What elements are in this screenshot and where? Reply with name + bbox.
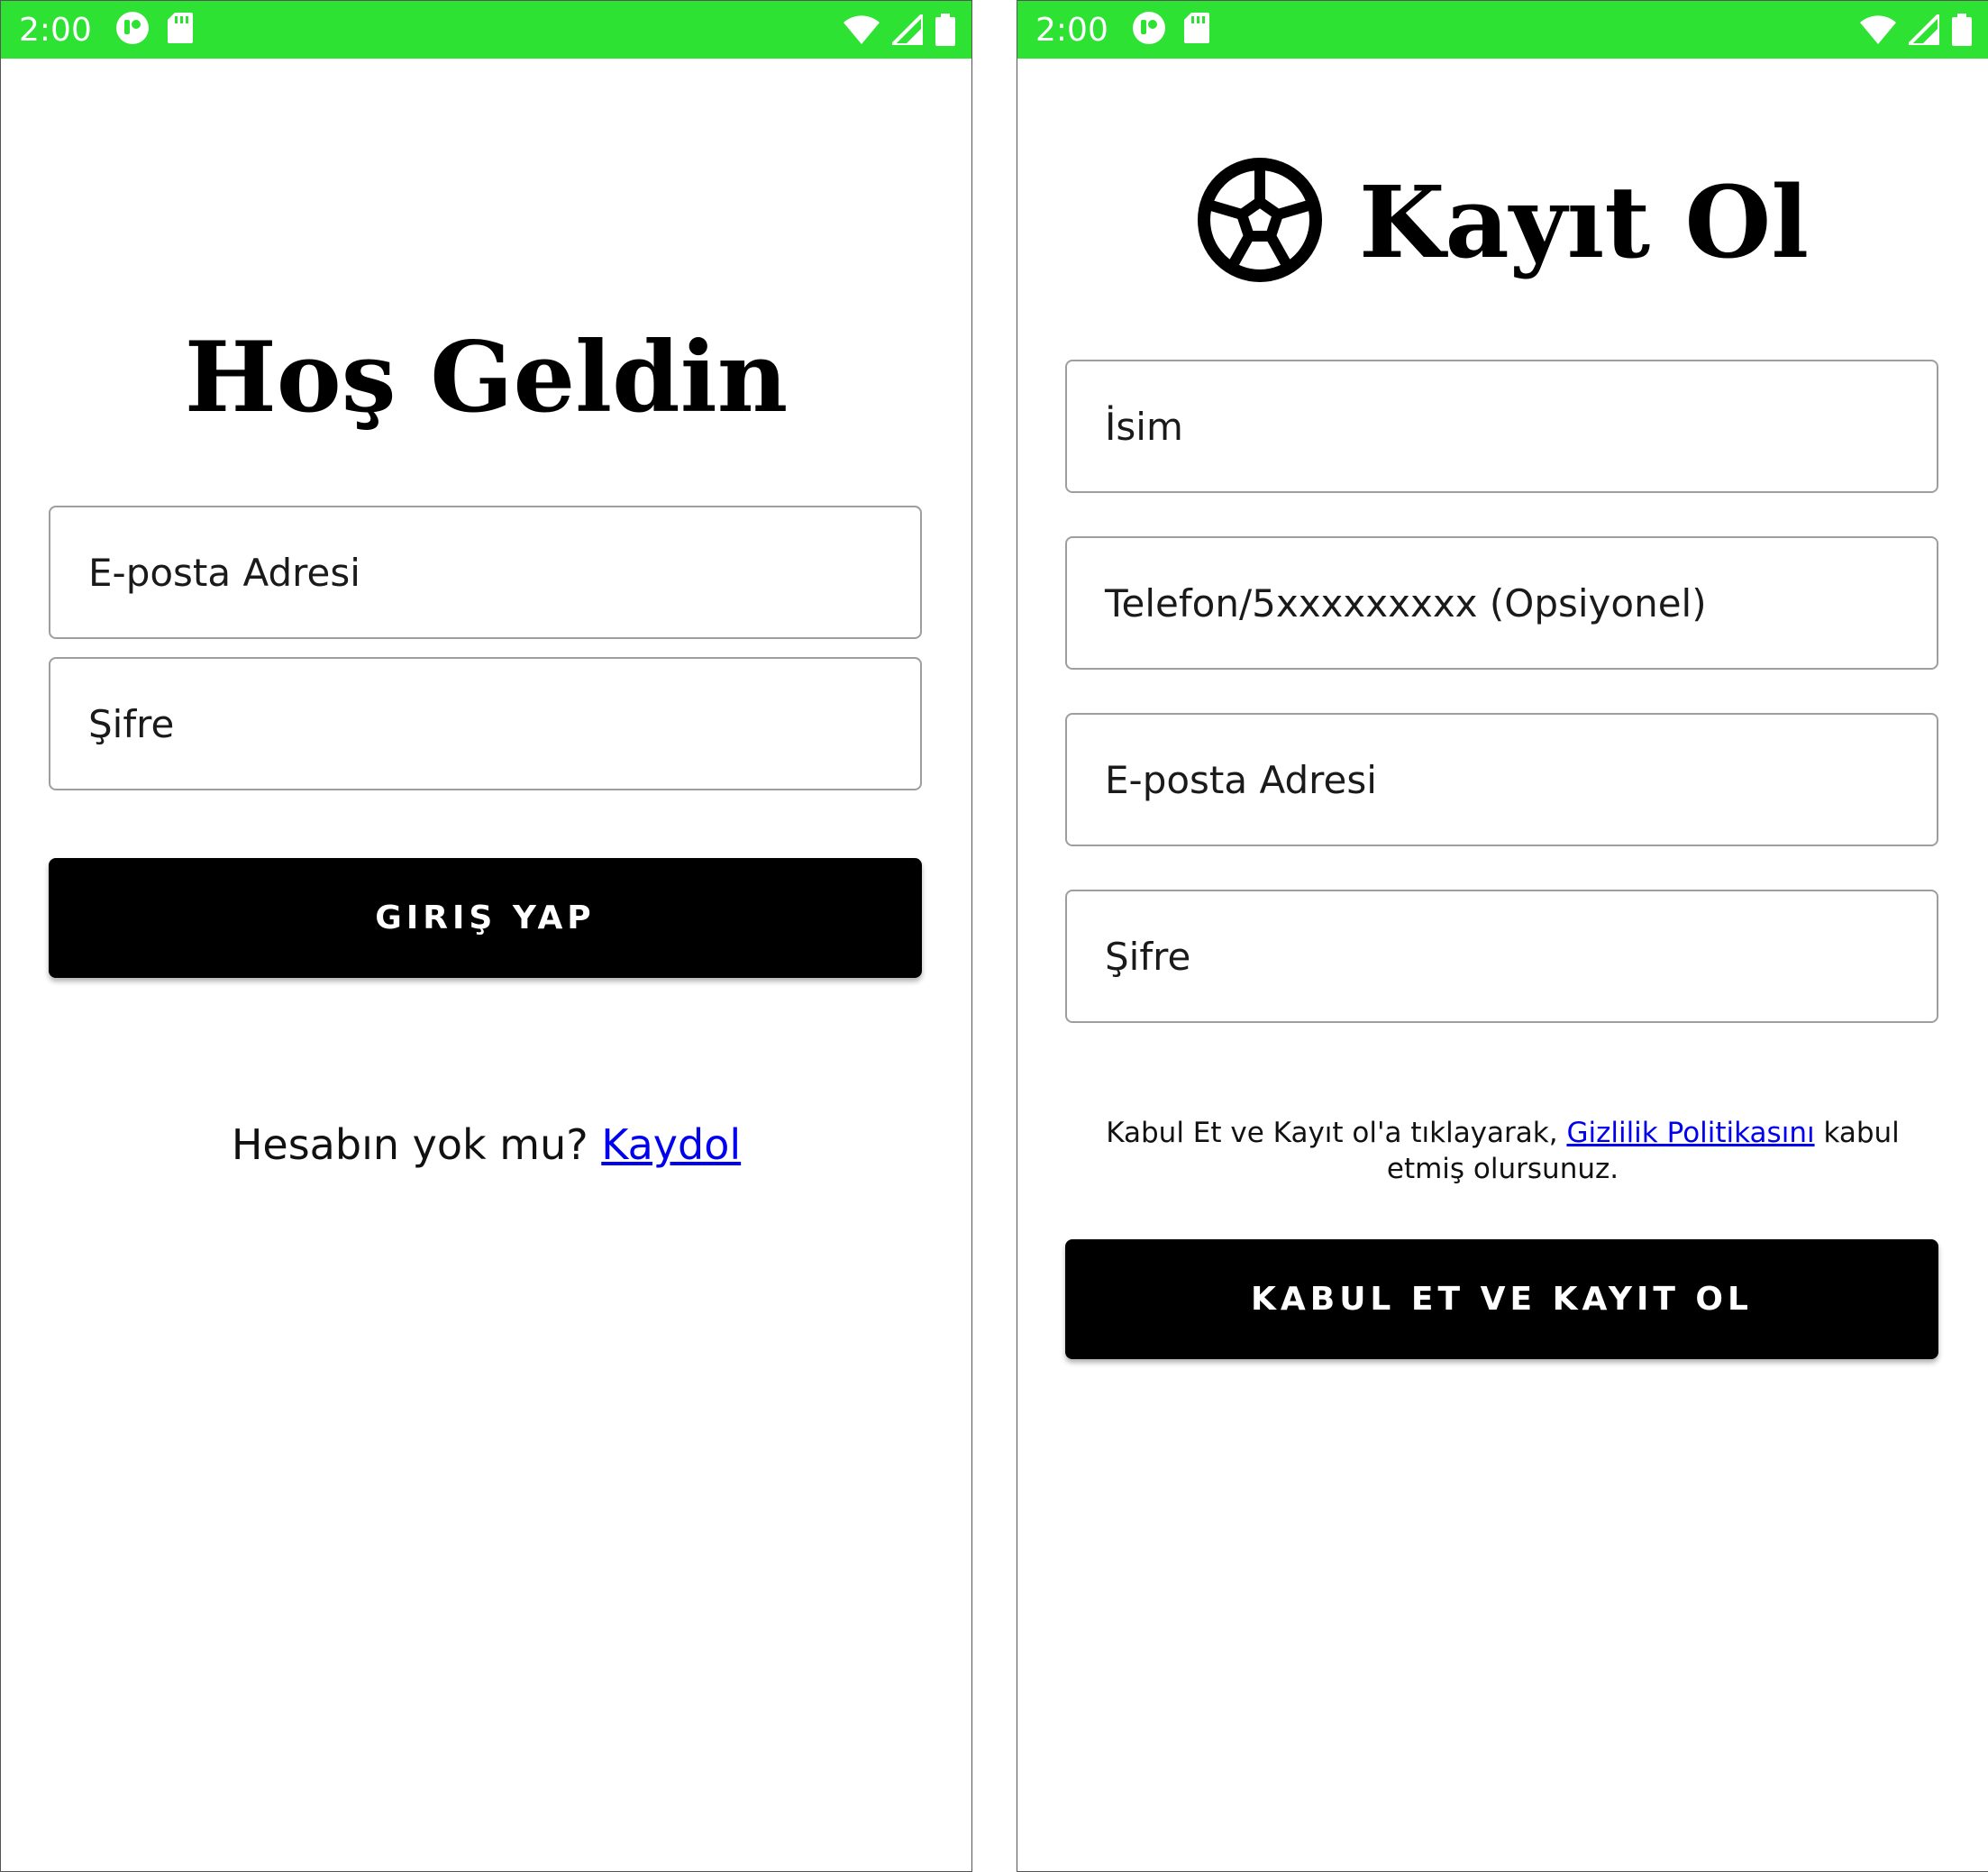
privacy-policy-link[interactable]: Gizlilik Politikasını [1566,1117,1814,1149]
status-bar: 2:00 [1017,1,1988,59]
signal-icon [888,10,925,50]
record-icon [1132,11,1166,50]
status-time: 2:00 [19,11,92,49]
register-screen: 2:00 Kayıt Ol İsim Telefon/5xxxxxxxxx (O… [1017,0,1988,1872]
wifi-icon [1860,15,1896,49]
signup-prompt: Hesabın yok mu? Kaydol [1,1120,971,1169]
header: Kayıt Ol [1017,154,1988,289]
battery-icon [1952,14,1972,50]
battery-icon [935,14,955,50]
accept-register-button[interactable]: KABUL ET VE KAYIT OL [1065,1239,1938,1359]
signal-icon [1904,10,1941,50]
page-title: Kayıt Ol [1358,163,1810,280]
wifi-icon [844,15,880,49]
signup-prompt-text: Hesabın yok mu? [231,1120,588,1169]
signup-link[interactable]: Kaydol [601,1120,741,1169]
sd-card-icon [167,12,193,48]
email-field[interactable]: E-posta Adresi [49,506,922,639]
record-icon [115,11,150,50]
phone-field[interactable]: Telefon/5xxxxxxxxx (Opsiyonel) [1065,536,1938,670]
password-field[interactable]: Şifre [1065,890,1938,1023]
sd-card-icon [1183,12,1209,48]
password-field[interactable]: Şifre [49,657,922,790]
status-time: 2:00 [1035,11,1108,49]
login-button[interactable]: GIRIŞ YAP [49,858,922,978]
terms-prefix: Kabul Et ve Kayıt ol'a tıklayarak, [1106,1117,1558,1149]
terms-text: Kabul Et ve Kayıt ol'a tıklayarak, Gizli… [1072,1115,1934,1187]
soccer-ball-icon [1197,157,1323,288]
name-field[interactable]: İsim [1065,360,1938,493]
status-bar: 2:00 [1,1,971,59]
login-screen: 2:00 Hoş Geldin E-posta Adresi Şifre GIR… [0,0,972,1872]
email-field[interactable]: E-posta Adresi [1065,713,1938,846]
page-title: Hoş Geldin [184,321,789,434]
